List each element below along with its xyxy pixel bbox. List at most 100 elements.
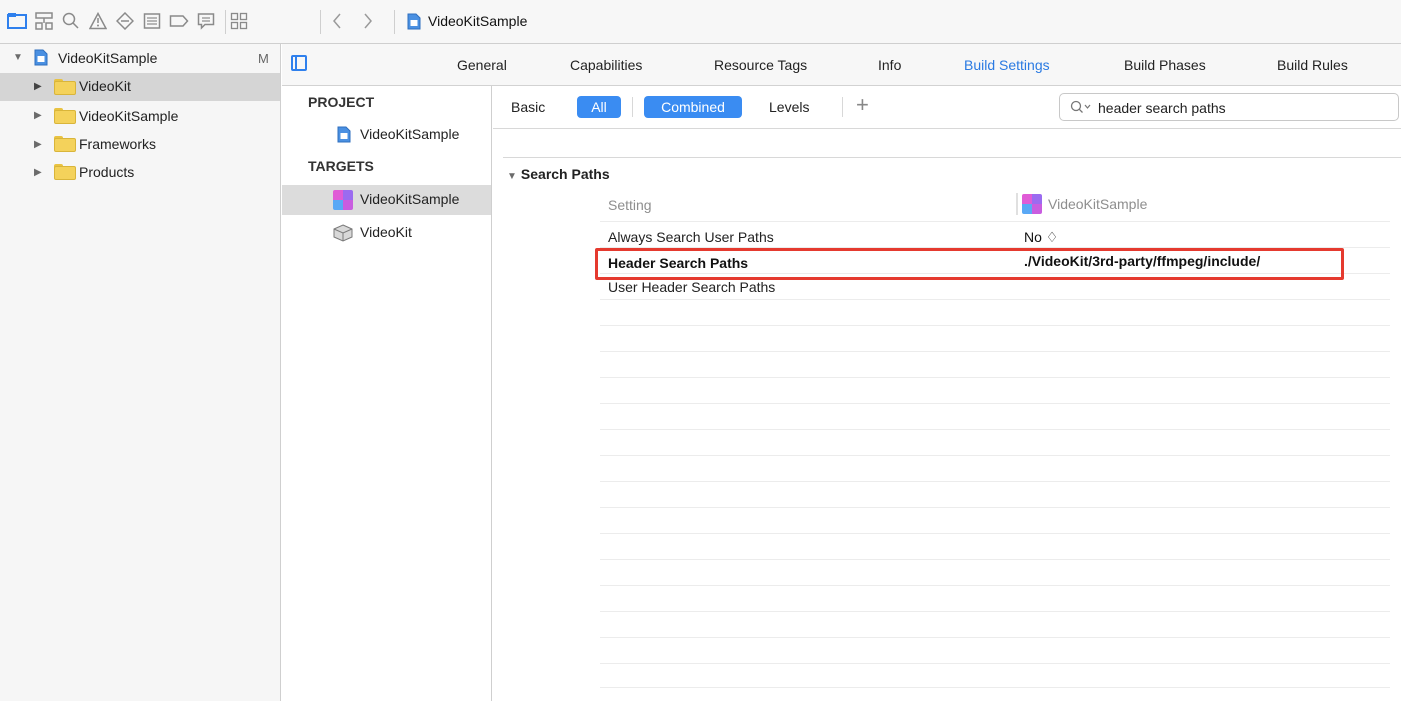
tab-build-rules[interactable]: Build Rules (1277, 57, 1348, 73)
navigator-item-label: VideoKitSample (79, 108, 179, 124)
hierarchy-icon[interactable] (33, 10, 55, 32)
row-divider (600, 533, 1390, 534)
build-settings-filter-bar: Basic All Combined Levels + (493, 86, 1401, 129)
project-section-header: PROJECT (308, 94, 375, 110)
tag-icon[interactable] (168, 10, 190, 32)
row-divider (600, 325, 1390, 326)
target-item-videokitsample[interactable]: VideoKitSample (282, 185, 491, 215)
tab-build-phases[interactable]: Build Phases (1124, 57, 1206, 73)
tab-info[interactable]: Info (878, 57, 901, 73)
navigator-item-videokit[interactable]: ▶ VideoKit (0, 73, 280, 101)
target-item-videokit[interactable]: VideoKit (282, 218, 491, 248)
row-divider (600, 663, 1390, 664)
app-target-icon (1022, 194, 1042, 214)
tab-capabilities[interactable]: Capabilities (570, 57, 642, 73)
navigator-project-label: VideoKitSample (58, 50, 158, 66)
row-divider (600, 559, 1390, 560)
disclosure-closed-icon[interactable]: ▶ (34, 110, 42, 121)
toolbar-divider (225, 10, 226, 34)
tab-resource-tags[interactable]: Resource Tags (714, 57, 807, 73)
setting-name[interactable]: User Header Search Paths (608, 279, 775, 295)
navigator-item-label: Frameworks (79, 136, 157, 152)
project-targets-list: PROJECT VideoKitSample TARGETS VideoKitS… (282, 86, 492, 701)
project-navigator: ▼ VideoKitSample M ▶ VideoKit ▶ VideoKit… (0, 44, 281, 701)
tab-general[interactable]: General (457, 57, 507, 73)
disclosure-open-icon[interactable]: ▼ (13, 52, 23, 63)
row-divider (600, 429, 1390, 430)
targets-section-header: TARGETS (308, 158, 374, 174)
row-divider (600, 403, 1390, 404)
disclosure-closed-icon[interactable]: ▶ (34, 139, 42, 150)
folder-icon[interactable] (6, 10, 28, 32)
column-header-target: VideoKitSample (1016, 192, 1147, 216)
folder-icon (54, 108, 76, 124)
search-icon[interactable] (60, 10, 82, 32)
navigator-project-row[interactable]: ▼ VideoKitSample M (0, 44, 280, 72)
row-divider (600, 221, 1390, 222)
disclosure-closed-icon[interactable]: ▶ (34, 81, 42, 92)
row-divider (600, 351, 1390, 352)
setting-value-popup[interactable]: No ♢ (1024, 229, 1058, 246)
breadcrumb-title[interactable]: VideoKitSample (428, 13, 527, 29)
chevron-left-icon[interactable] (326, 10, 348, 32)
settings-search-field[interactable] (1059, 93, 1399, 121)
chevron-right-icon[interactable] (357, 10, 379, 32)
navigator-item-videokitsample[interactable]: ▶ VideoKitSample (0, 102, 280, 130)
comment-icon[interactable] (195, 10, 217, 32)
row-divider (600, 481, 1390, 482)
search-icon (1070, 100, 1092, 114)
row-divider (600, 687, 1390, 688)
toolbar-divider (394, 10, 395, 34)
disclosure-closed-icon[interactable]: ▶ (34, 167, 42, 178)
row-divider (600, 299, 1390, 300)
framework-target-icon (333, 224, 353, 245)
modified-badge: M (258, 51, 269, 66)
row-divider (600, 377, 1390, 378)
navigator-item-frameworks[interactable]: ▶ Frameworks (0, 131, 280, 159)
toolbar: VideoKitSample (0, 0, 1401, 44)
target-label: VideoKit (360, 224, 412, 240)
folder-icon (54, 136, 76, 152)
search-input[interactable] (1098, 98, 1388, 118)
target-label: VideoKitSample (360, 191, 460, 207)
row-divider (600, 611, 1390, 612)
list-icon[interactable] (141, 10, 163, 32)
filter-divider (842, 97, 843, 117)
filter-levels[interactable]: Levels (769, 99, 809, 115)
breakpoint-icon[interactable] (114, 10, 136, 32)
filter-divider (632, 97, 633, 117)
filter-basic[interactable]: Basic (511, 99, 545, 115)
row-divider (600, 585, 1390, 586)
tab-build-settings[interactable]: Build Settings (964, 57, 1050, 73)
settings-group-header[interactable]: ▼ Search Paths (507, 166, 610, 182)
filter-combined[interactable]: Combined (644, 96, 742, 118)
row-divider (600, 507, 1390, 508)
row-divider (600, 637, 1390, 638)
project-item-label: VideoKitSample (360, 126, 460, 142)
row-divider (600, 455, 1390, 456)
add-setting-button[interactable]: + (856, 92, 869, 118)
settings-group-title: Search Paths (520, 166, 610, 182)
folder-icon (54, 164, 76, 180)
project-item[interactable]: VideoKitSample (282, 119, 491, 149)
column-divider (1016, 193, 1018, 215)
column-header-setting: Setting (608, 197, 652, 213)
project-document-icon (337, 126, 351, 143)
app-target-icon (333, 190, 353, 210)
disclosure-open-icon[interactable]: ▼ (507, 171, 517, 182)
column-header-target-label: VideoKitSample (1048, 196, 1148, 212)
sidebar-toggle-icon[interactable] (291, 55, 307, 71)
filter-all[interactable]: All (577, 96, 621, 118)
toolbar-divider (320, 10, 321, 34)
setting-name[interactable]: Always Search User Paths (608, 229, 774, 245)
editor-tab-bar: General Capabilities Resource Tags Info … (282, 44, 1401, 86)
grid-icon[interactable] (228, 10, 250, 32)
folder-icon (54, 79, 76, 95)
build-settings-table: ▼ Search Paths Setting VideoKitSample Alw… (493, 130, 1401, 701)
warning-icon[interactable] (87, 10, 109, 32)
navigator-item-label: Products (79, 164, 135, 180)
highlight-annotation-box (595, 248, 1344, 280)
project-document-icon (407, 13, 421, 30)
navigator-item-products[interactable]: ▶ Products (0, 159, 280, 187)
divider (503, 157, 1401, 158)
